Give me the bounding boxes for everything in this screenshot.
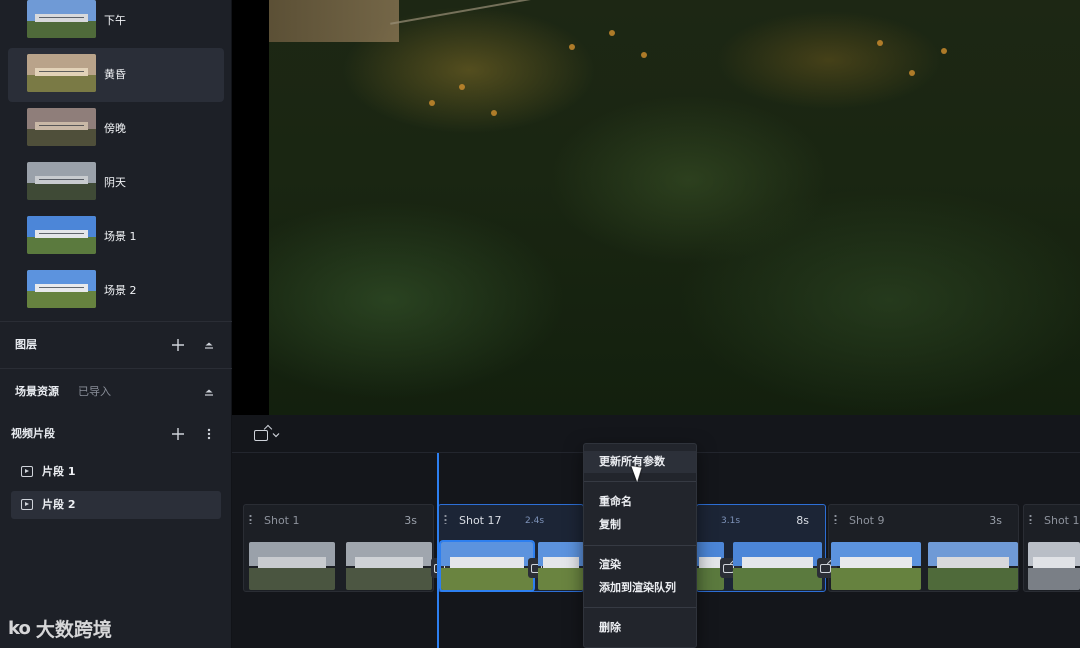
preset-item[interactable]: 傍晚 [8, 102, 224, 156]
shot-name: Shot 16 [1044, 514, 1080, 527]
shot-frame-thumbnail[interactable] [831, 542, 921, 590]
menu-divider [584, 545, 696, 546]
shot-name: Shot 9 [849, 514, 885, 527]
chevron-down-icon[interactable] [272, 428, 280, 442]
layers-section-header[interactable]: 图层 [0, 321, 232, 367]
shot-frame-thumbnail[interactable] [346, 542, 432, 590]
watermark: ko 大数跨境 [8, 614, 112, 642]
play-icon [21, 499, 33, 510]
shot-time-label: 3.1s [721, 516, 741, 526]
preset-item[interactable]: 场景 2 [8, 264, 224, 318]
shot-frame-thumbnail[interactable] [928, 542, 1018, 590]
shot-duration: 8s [796, 514, 809, 527]
preset-item-selected[interactable]: 黄昏 [8, 48, 224, 102]
preset-thumbnail [27, 270, 96, 308]
scene-assets-status: 已导入 [78, 385, 111, 398]
video-segments-title: 视频片段 [11, 427, 55, 440]
shot-duration: 3s [404, 514, 417, 527]
timeline-playhead[interactable] [437, 453, 439, 648]
scene-viewport[interactable] [269, 0, 1080, 415]
scene-flower [909, 70, 915, 76]
scene-assets-title: 场景资源 [15, 385, 59, 398]
scene-flower [609, 30, 615, 36]
shot-name: Shot 1 [264, 514, 300, 527]
scene-flower [491, 110, 497, 116]
drag-handle-icon[interactable] [249, 514, 252, 524]
menu-item-rename[interactable]: 重命名 [584, 491, 696, 513]
segment-item[interactable]: 片段 1 [11, 458, 221, 486]
scene-flower [877, 40, 883, 46]
preset-thumbnail [27, 108, 96, 146]
shot-frame-thumbnail[interactable] [249, 542, 335, 590]
shot-frame-thumbnail[interactable] [733, 542, 822, 590]
segment-label: 片段 1 [42, 465, 76, 478]
segment-item-selected[interactable]: 片段 2 [11, 491, 221, 519]
scene-wall [269, 0, 399, 42]
scene-flower [459, 84, 465, 90]
preset-label: 场景 2 [104, 284, 137, 297]
scene-flower [569, 44, 575, 50]
left-sidebar: 下午 黄昏 傍晚 阴天 场景 1 场景 2 图层 场景资源 已导入 [0, 0, 232, 415]
add-layer-icon[interactable] [169, 336, 187, 354]
drag-handle-icon[interactable] [1029, 514, 1032, 524]
more-options-icon[interactable] [200, 425, 218, 443]
scene-assets-section-header[interactable]: 场景资源 已导入 [0, 368, 232, 414]
shot-frame-thumbnail-selected[interactable] [439, 540, 535, 592]
shot-frame-thumbnail[interactable] [538, 542, 584, 590]
preset-thumbnail [27, 0, 96, 38]
menu-item-render[interactable]: 渲染 [584, 554, 696, 576]
layers-title: 图层 [15, 338, 37, 351]
menu-item-add-to-render-queue[interactable]: 添加到渲染队列 [584, 577, 696, 599]
scene-flower [641, 52, 647, 58]
scene-flower [429, 100, 435, 106]
watermark-logo: ko [8, 617, 31, 639]
shot-name: Shot 17 [459, 514, 502, 527]
segment-label: 片段 2 [42, 498, 76, 511]
preset-item[interactable]: 下午 [8, 0, 224, 48]
preset-label: 下午 [104, 14, 126, 27]
menu-item-delete[interactable]: 删除 [584, 617, 696, 639]
scene-railing [390, 0, 558, 25]
play-icon [21, 466, 33, 477]
preset-label: 阴天 [104, 176, 126, 189]
watermark-text: 大数跨境 [35, 618, 112, 641]
shot-duration: 3s [989, 514, 1002, 527]
preset-item[interactable]: 场景 1 [8, 210, 224, 264]
shot-time-label: 2.4s [525, 516, 545, 526]
menu-divider [584, 481, 696, 482]
preset-thumbnail [27, 162, 96, 200]
shot-frame-thumbnail[interactable] [1028, 542, 1080, 590]
add-camera-icon[interactable] [254, 430, 268, 441]
preset-item[interactable]: 阴天 [8, 156, 224, 210]
menu-divider [584, 607, 696, 608]
preset-thumbnail [27, 216, 96, 254]
menu-item-copy[interactable]: 复制 [584, 514, 696, 536]
preset-thumbnail [27, 54, 96, 92]
preset-label: 黄昏 [104, 68, 126, 81]
drag-handle-icon[interactable] [444, 514, 447, 524]
preset-label: 傍晚 [104, 122, 126, 135]
collapse-icon[interactable] [200, 383, 218, 401]
drag-handle-icon[interactable] [834, 514, 837, 524]
add-segment-icon[interactable] [169, 425, 187, 443]
scene-flower [941, 48, 947, 54]
viewport-letterbox [232, 0, 269, 415]
preset-label: 场景 1 [104, 230, 137, 243]
collapse-icon[interactable] [200, 336, 218, 354]
